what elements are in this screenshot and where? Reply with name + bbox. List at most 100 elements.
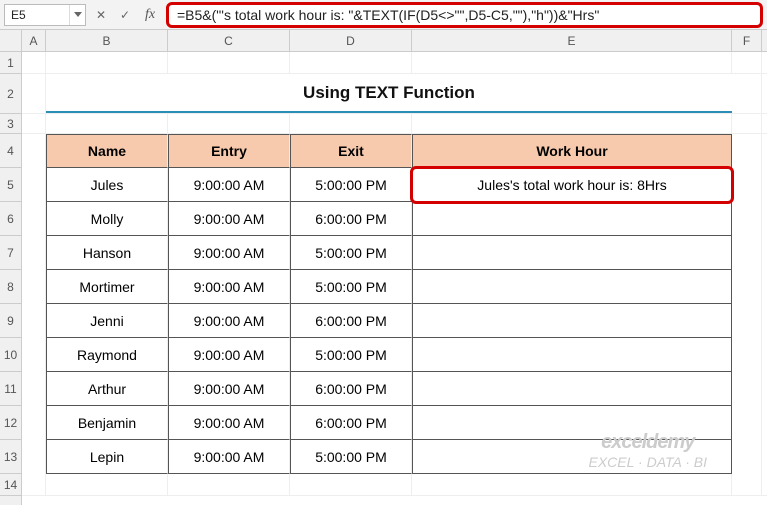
col-header-A[interactable]: A (22, 30, 46, 51)
cell[interactable] (22, 270, 46, 304)
row-header-4[interactable]: 4 (0, 134, 21, 168)
cell[interactable] (732, 338, 762, 372)
row-header-11[interactable]: 11 (0, 372, 21, 406)
cell[interactable] (46, 52, 168, 73)
cell[interactable] (732, 202, 762, 236)
name-box-dropdown[interactable] (69, 5, 85, 25)
cell[interactable] (732, 168, 762, 202)
col-header-C[interactable]: C (168, 30, 290, 51)
row-header-10[interactable]: 10 (0, 338, 21, 372)
cell-entry[interactable]: 9:00:00 AM (168, 338, 290, 372)
cell-entry[interactable]: 9:00:00 AM (168, 440, 290, 474)
cell-name[interactable]: Arthur (46, 372, 168, 406)
row-header-3[interactable]: 3 (0, 114, 21, 134)
cell-exit[interactable]: 5:00:00 PM (290, 168, 412, 202)
cell[interactable] (46, 114, 168, 133)
cancel-icon[interactable]: ✕ (92, 6, 110, 24)
table-header-workhour[interactable]: Work Hour (412, 134, 732, 168)
cell-work[interactable] (412, 338, 732, 372)
cell[interactable] (22, 338, 46, 372)
cell[interactable] (168, 52, 290, 73)
table-header-exit[interactable]: Exit (290, 134, 412, 168)
cell[interactable] (22, 372, 46, 406)
row-header-8[interactable]: 8 (0, 270, 21, 304)
cell[interactable] (22, 168, 46, 202)
cell-name[interactable]: Benjamin (46, 406, 168, 440)
cell-entry[interactable]: 9:00:00 AM (168, 406, 290, 440)
cell-entry[interactable]: 9:00:00 AM (168, 168, 290, 202)
cell[interactable] (22, 236, 46, 270)
cell[interactable] (22, 440, 46, 474)
cell[interactable] (22, 134, 46, 168)
cell[interactable] (22, 304, 46, 338)
cell-name[interactable]: Jenni (46, 304, 168, 338)
name-box-input[interactable] (5, 5, 69, 25)
row-header-6[interactable]: 6 (0, 202, 21, 236)
cell[interactable] (412, 52, 732, 73)
cell-work[interactable] (412, 202, 732, 236)
cell-exit[interactable]: 5:00:00 PM (290, 236, 412, 270)
cell-name[interactable]: Mortimer (46, 270, 168, 304)
cell[interactable] (22, 114, 46, 133)
cell[interactable] (732, 134, 762, 168)
row-header-5[interactable]: 5 (0, 168, 21, 202)
cell-name[interactable]: Molly (46, 202, 168, 236)
cell[interactable] (732, 474, 762, 495)
cell-exit[interactable]: 5:00:00 PM (290, 440, 412, 474)
cell[interactable] (290, 474, 412, 495)
cell-entry[interactable]: 9:00:00 AM (168, 236, 290, 270)
cell-work[interactable]: Jules's total work hour is: 8Hrs (412, 168, 732, 202)
cell[interactable] (732, 236, 762, 270)
cell[interactable] (732, 114, 762, 133)
table-header-entry[interactable]: Entry (168, 134, 290, 168)
cell[interactable] (22, 202, 46, 236)
cell-work[interactable] (412, 372, 732, 406)
cell-exit[interactable]: 6:00:00 PM (290, 372, 412, 406)
cell[interactable] (732, 440, 762, 474)
cell-name[interactable]: Jules (46, 168, 168, 202)
col-header-B[interactable]: B (46, 30, 168, 51)
cell[interactable] (168, 114, 290, 133)
fx-icon[interactable]: fx (140, 7, 160, 23)
cell[interactable] (168, 474, 290, 495)
row-header-7[interactable]: 7 (0, 236, 21, 270)
row-header-12[interactable]: 12 (0, 406, 21, 440)
cell[interactable] (22, 474, 46, 495)
row-header-9[interactable]: 9 (0, 304, 21, 338)
cell-work[interactable] (412, 406, 732, 440)
cell-exit[interactable]: 6:00:00 PM (290, 406, 412, 440)
col-header-E[interactable]: E (412, 30, 732, 51)
row-header-2[interactable]: 2 (0, 74, 21, 114)
cell[interactable] (732, 304, 762, 338)
cell[interactable] (412, 474, 732, 495)
cell-entry[interactable]: 9:00:00 AM (168, 202, 290, 236)
select-all-corner[interactable] (0, 30, 22, 52)
cell-work[interactable] (412, 304, 732, 338)
row-header-13[interactable]: 13 (0, 440, 21, 474)
cell-work[interactable] (412, 270, 732, 304)
cell-exit[interactable]: 6:00:00 PM (290, 202, 412, 236)
cell[interactable] (22, 406, 46, 440)
row-header-1[interactable]: 1 (0, 52, 21, 74)
cell[interactable] (22, 52, 46, 73)
spreadsheet-grid[interactable]: A B C D E F 1 2 3 4 5 6 7 8 9 10 11 12 1… (0, 30, 767, 505)
col-header-D[interactable]: D (290, 30, 412, 51)
col-header-F[interactable]: F (732, 30, 762, 51)
cell[interactable] (290, 114, 412, 133)
cell-work[interactable] (412, 236, 732, 270)
cell-entry[interactable]: 9:00:00 AM (168, 372, 290, 406)
cell-name[interactable]: Hanson (46, 236, 168, 270)
cell[interactable] (732, 406, 762, 440)
name-box[interactable] (4, 4, 86, 26)
cell-name[interactable]: Lepin (46, 440, 168, 474)
formula-bar[interactable] (166, 2, 763, 28)
cell[interactable] (732, 52, 762, 73)
cell[interactable] (412, 114, 732, 133)
sheet-title[interactable]: Using TEXT Function (46, 74, 732, 113)
cell[interactable] (732, 270, 762, 304)
cell[interactable] (46, 474, 168, 495)
cell-work[interactable] (412, 440, 732, 474)
table-header-name[interactable]: Name (46, 134, 168, 168)
cell-exit[interactable]: 6:00:00 PM (290, 304, 412, 338)
cell[interactable] (22, 74, 46, 113)
